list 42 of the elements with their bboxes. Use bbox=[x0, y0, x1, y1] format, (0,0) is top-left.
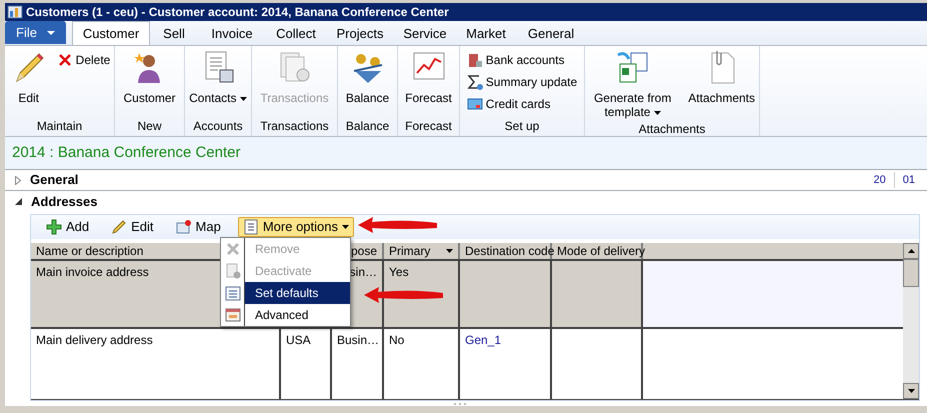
ribbon-tab[interactable]: Customer bbox=[72, 21, 150, 45]
table-cell: Yes bbox=[384, 261, 460, 327]
ribbon-button[interactable]: Summary update bbox=[464, 71, 580, 93]
record-title: 2014 : Banana Conference Center bbox=[12, 142, 240, 163]
ribbon-tab[interactable]: Invoice bbox=[198, 22, 266, 45]
window-title: Customers (1 - ceu) - Customer account: 2014, Banana Conference Center bbox=[26, 6, 449, 18]
toolbar-button[interactable]: Add bbox=[41, 217, 94, 237]
group-label: Forecast bbox=[404, 118, 453, 135]
ribbon-button[interactable]: Delete bbox=[54, 49, 112, 71]
menu-item[interactable]: Set defaults bbox=[221, 282, 350, 304]
ribbon-button[interactable]: Credit cards bbox=[464, 93, 580, 115]
ribbon-tab[interactable]: Market bbox=[456, 22, 516, 45]
ribbon-button[interactable]: Attachments bbox=[684, 49, 759, 105]
column-header[interactable]: Primary bbox=[384, 243, 460, 259]
file-button[interactable]: File bbox=[5, 21, 66, 44]
column-header[interactable]: Destination code bbox=[460, 243, 552, 259]
ribbon-tab[interactable]: Projects bbox=[326, 22, 394, 45]
ribbon-tab[interactable]: General bbox=[516, 22, 586, 45]
ribbon-button[interactable]: Edit bbox=[6, 49, 51, 105]
ribbon-button[interactable]: Forecast bbox=[401, 49, 456, 105]
group-label: Maintain bbox=[36, 118, 84, 135]
ribbon-tab[interactable]: Sell bbox=[150, 22, 198, 45]
group-label: Accounts bbox=[192, 118, 244, 135]
group-label: New bbox=[136, 118, 162, 135]
ribbon-button[interactable]: Bank accounts bbox=[464, 49, 580, 71]
group-label: Balance bbox=[344, 118, 390, 135]
toolbar-button[interactable]: More options bbox=[238, 217, 354, 237]
toolbar-button[interactable]: Map bbox=[170, 217, 226, 237]
ribbon-button[interactable]: Customer bbox=[119, 49, 180, 105]
ribbon-button[interactable]: Generate from template bbox=[585, 49, 680, 119]
ribbon-tab[interactable]: Service bbox=[394, 22, 456, 45]
ribbon-button[interactable]: Contacts bbox=[185, 49, 251, 105]
group-label: Transactions bbox=[259, 118, 330, 135]
group-label: Attachments bbox=[638, 121, 706, 138]
group-label: Set up bbox=[504, 118, 540, 135]
ribbon-tab[interactable]: Collect bbox=[266, 22, 326, 45]
toolbar-button[interactable]: Edit bbox=[106, 217, 159, 237]
ribbon-button[interactable]: Balance bbox=[342, 49, 394, 105]
summary-value: 01 bbox=[894, 172, 923, 188]
section-header[interactable]: Addresses bbox=[15, 192, 98, 212]
summary-value: 20 bbox=[872, 172, 887, 188]
section-header[interactable]: General bbox=[15, 170, 78, 190]
